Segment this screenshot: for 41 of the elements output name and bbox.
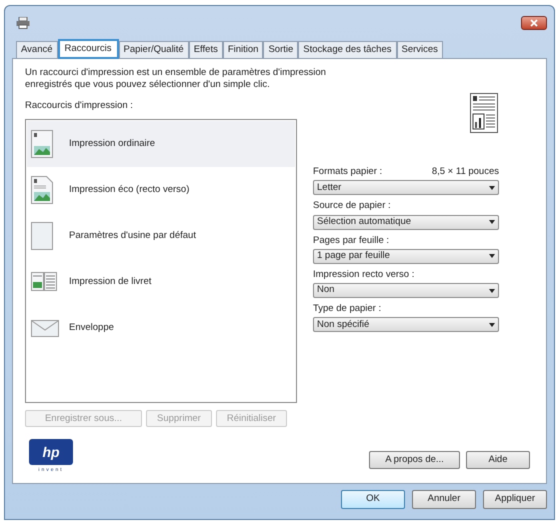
page-preview-icon: [470, 93, 498, 133]
description-text: Un raccourci d'impression est un ensemble de paramètres d'impression enregistrés que vous pouvez sélectionner d'un simple clic.: [25, 67, 327, 91]
dialog-button[interactable]: Appliquer: [483, 490, 547, 509]
dropdown[interactable]: Sélection automatique: [313, 214, 499, 230]
tab[interactable]: Effets: [188, 41, 223, 58]
tab[interactable]: Services: [396, 41, 443, 58]
setting-label: Impression recto verso :: [313, 268, 414, 282]
dialog-button[interactable]: OK: [341, 490, 405, 509]
shortcut-item[interactable]: Impression ordinaire: [27, 121, 295, 168]
tab[interactable]: Raccourcis: [58, 39, 119, 59]
dropdown-arrow-icon: [489, 186, 495, 190]
setting-label: Type de papier :: [313, 302, 382, 316]
tab[interactable]: Avancé: [16, 41, 58, 58]
paper-size-reading: 8,5 × 11 pouces: [432, 165, 499, 179]
dropdown[interactable]: Non spécifié: [313, 317, 499, 332]
dialog-button[interactable]: Annuler: [412, 490, 476, 509]
setting-label: Formats papier :: [313, 165, 382, 179]
dropdown[interactable]: Non: [313, 283, 499, 298]
close-button[interactable]: [521, 16, 547, 30]
dropdown-arrow-icon: [489, 254, 495, 258]
setting-label: Pages par feuille :: [313, 234, 390, 248]
dropdown[interactable]: Letter: [313, 180, 499, 196]
setting-label: Source de papier :: [313, 199, 391, 214]
close-icon: [530, 19, 538, 27]
dropdown-arrow-icon: [489, 288, 495, 292]
dropdown-arrow-icon: [489, 220, 495, 224]
shortcut-item[interactable]: Impression de livret: [27, 259, 295, 306]
hp-logo: hp: [29, 439, 73, 466]
tab[interactable]: Finition: [222, 41, 264, 58]
panel-button[interactable]: Aide: [466, 450, 530, 469]
shortcut-item[interactable]: Enveloppe: [27, 305, 295, 352]
printer-icon: [16, 17, 30, 29]
tab[interactable]: Sortie: [263, 41, 298, 58]
dropdown-arrow-icon: [489, 322, 495, 327]
dropdown[interactable]: 1 page par feuille: [313, 248, 499, 264]
shortcut-item[interactable]: Paramètres d'usine par défaut: [27, 213, 295, 260]
shortcuts-label: Raccourcis d'impression :: [25, 99, 134, 113]
tab[interactable]: Stockage des tâches: [298, 41, 396, 58]
tab[interactable]: Papier/Qualité: [118, 41, 189, 58]
shortcut-item[interactable]: Impression éco (recto verso): [27, 167, 295, 214]
panel-button[interactable]: A propos de...: [369, 450, 460, 469]
